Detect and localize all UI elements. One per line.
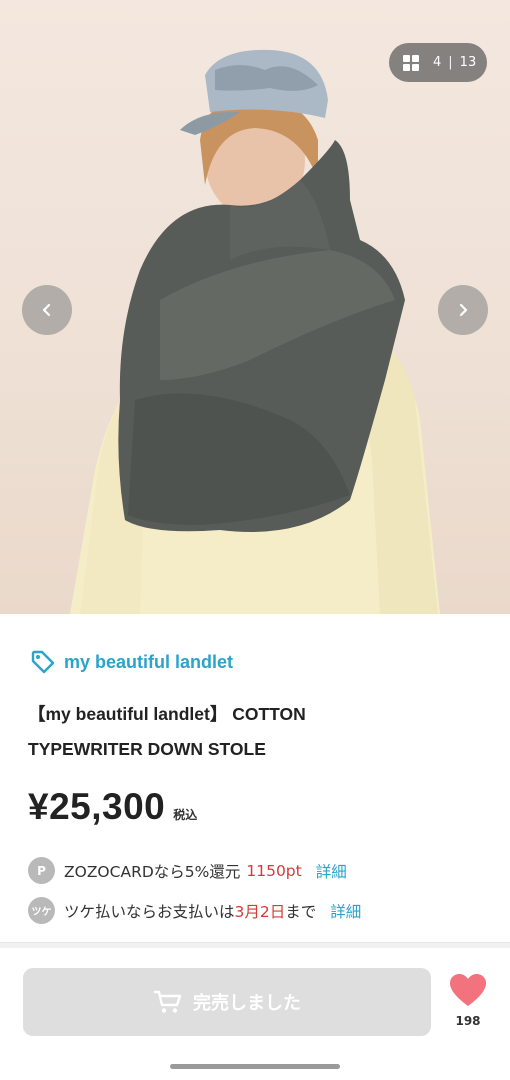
- sold-out-label: 完売しました: [193, 993, 301, 1014]
- points-badge: P: [28, 857, 55, 884]
- product-price: ¥25,300: [28, 786, 166, 827]
- product-image[interactable]: 4 | 13: [0, 0, 510, 614]
- next-image-button[interactable]: [438, 285, 488, 335]
- product-title: 【my beautiful landlet】 COTTON TYPEWRITER…: [28, 697, 378, 767]
- product-title-line-2: TYPEWRITER DOWN STOLE: [28, 739, 266, 759]
- zozocard-detail-link[interactable]: 詳細: [316, 860, 347, 882]
- tsuke-badge: ツケ: [28, 897, 55, 924]
- total-image-count: 13: [459, 55, 477, 70]
- tsuke-text-before: ツケ払いならお支払いは: [64, 902, 235, 921]
- tsuke-text-after: まで: [285, 902, 317, 921]
- favorite-count: 198: [455, 1014, 481, 1028]
- counter-separator: |: [448, 55, 453, 70]
- tag-icon: [30, 649, 56, 675]
- zozocard-points-row: P ZOZOCARDなら5%還元 1150pt 詳細: [28, 857, 347, 884]
- current-image-number: 4: [433, 55, 442, 70]
- tsuke-date: 3月2日: [234, 902, 286, 921]
- sold-out-button[interactable]: 完売しました: [23, 968, 431, 1036]
- grid-icon: [403, 54, 419, 71]
- model-photo: [70, 49, 440, 614]
- zozocard-points: 1150pt: [246, 861, 302, 880]
- home-indicator: [170, 1064, 340, 1069]
- cart-icon: [153, 989, 183, 1015]
- price-row: ¥25,300 税込: [28, 786, 197, 828]
- brand-link[interactable]: my beautiful landlet: [30, 648, 233, 676]
- zozocard-text: ZOZOCARDなら5%還元: [64, 862, 241, 881]
- tax-label: 税込: [173, 808, 198, 822]
- divider: [0, 942, 510, 948]
- chevron-right-icon: [459, 303, 468, 317]
- previous-image-button[interactable]: [22, 285, 72, 335]
- brand-name: my beautiful landlet: [64, 651, 234, 672]
- product-title-line-1: 【my beautiful landlet】 COTTON: [28, 704, 306, 724]
- chevron-left-icon: [42, 303, 51, 317]
- image-counter[interactable]: 4 | 13: [389, 43, 487, 82]
- tsuke-detail-link[interactable]: 詳細: [330, 900, 361, 922]
- tsuke-payment-row: ツケ ツケ払いならお支払いは 3月2日 まで 詳細: [28, 897, 361, 924]
- favorite-button[interactable]: 198: [446, 972, 490, 1032]
- heart-icon: [450, 974, 486, 1006]
